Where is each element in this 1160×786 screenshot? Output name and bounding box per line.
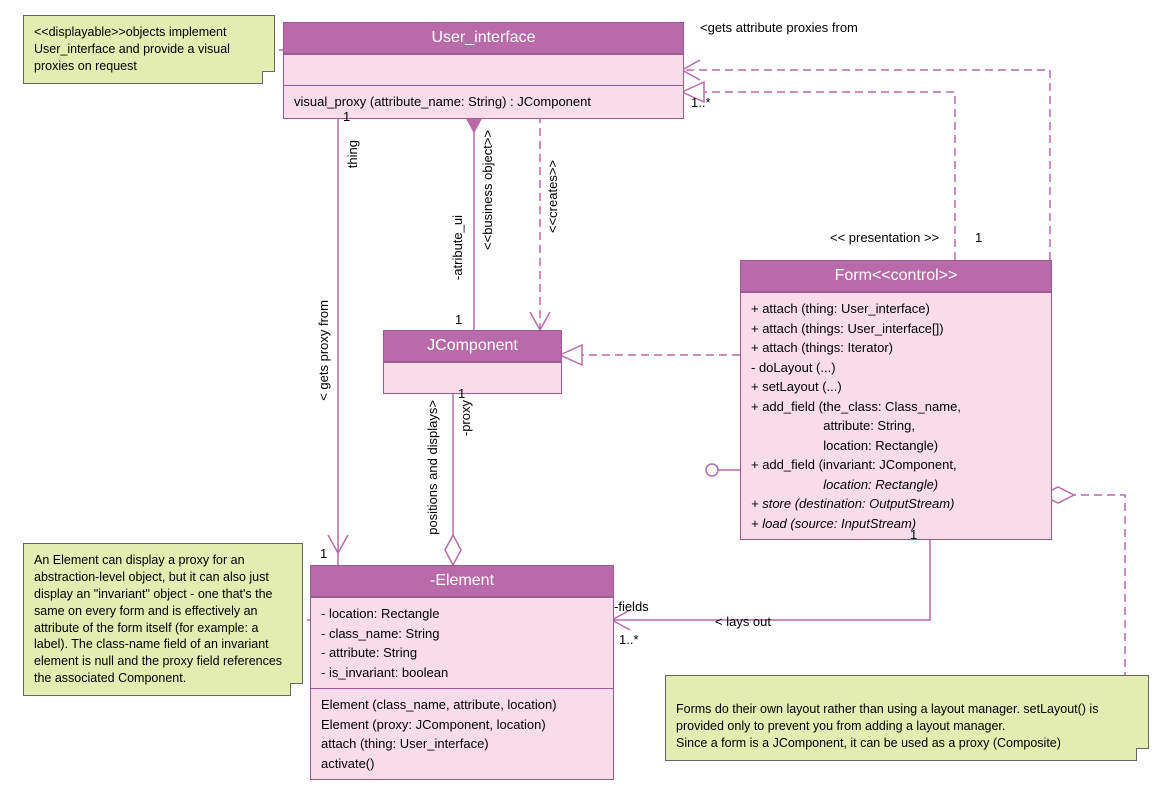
label-multiplicity: 1 [455, 312, 462, 327]
class-attributes [284, 54, 683, 85]
operation: + load (source: InputStream) [751, 514, 1041, 534]
class-operations: Element (class_name, attribute, location… [311, 688, 613, 779]
note-form: Forms do their own layout rather than us… [665, 675, 1149, 761]
label-atribute-ui: -atribute_ui [450, 215, 465, 280]
label-multiplicity: 1 [458, 386, 465, 401]
label-multiplicity: 1 [975, 230, 982, 245]
note-displayable: <<displayable>>objects implement User_in… [23, 15, 275, 84]
class-attributes [384, 362, 561, 393]
attribute: - is_invariant: boolean [321, 663, 603, 683]
class-form: Form<<control>> + attach (thing: User_in… [740, 260, 1052, 540]
label-gets-proxy-from: < gets proxy from [316, 300, 331, 401]
operation: + attach (things: User_interface[]) [751, 319, 1041, 339]
operation: Element (class_name, attribute, location… [321, 695, 603, 715]
class-name: -Element [311, 566, 613, 597]
label-presentation: << presentation >> [830, 230, 939, 245]
operation: + add_field (the_class: Class_name, [751, 397, 1041, 417]
operation: + attach (thing: User_interface) [751, 299, 1041, 319]
operation: location: Rectangle) [751, 475, 1041, 495]
label-multiplicity: 1 [910, 527, 917, 542]
attribute: - location: Rectangle [321, 604, 603, 624]
class-attributes: - location: Rectangle - class_name: Stri… [311, 597, 613, 688]
attribute: - class_name: String [321, 624, 603, 644]
label-multiplicity: 1 [320, 546, 327, 561]
label-multiplicity: 1 [343, 109, 350, 124]
class-element: -Element - location: Rectangle - class_n… [310, 565, 614, 780]
label-creates: <<creates>> [545, 160, 560, 233]
operation: attribute: String, [751, 416, 1041, 436]
class-user-interface: User_interface visual_proxy (attribute_n… [283, 22, 684, 119]
operation: visual_proxy (attribute_name: String) : … [294, 92, 673, 112]
label-gets-attr-proxies: <gets attribute proxies from [700, 20, 900, 35]
attribute: - attribute: String [321, 643, 603, 663]
operation: + attach (things: Iterator) [751, 338, 1041, 358]
note-text: Forms do their own layout rather than us… [676, 702, 1098, 750]
label-multiplicity: 1..* [691, 95, 711, 110]
operation: Element (proxy: JComponent, location) [321, 715, 603, 735]
operation: + store (destination: OutputStream) [751, 494, 1041, 514]
class-jcomponent: JComponent [383, 330, 562, 394]
label-positions-displays: positions and displays> [425, 400, 440, 535]
operation: + setLayout (...) [751, 377, 1041, 397]
class-name: User_interface [284, 23, 683, 54]
operation: + add_field (invariant: JComponent, [751, 455, 1041, 475]
label-business-object: <<business object>> [480, 130, 495, 250]
note-text: <<displayable>>objects implement User_in… [34, 25, 230, 73]
label-multiplicity: 1..* [619, 632, 639, 647]
label-thing: thing [345, 140, 360, 168]
note-text: An Element can display a proxy for an ab… [34, 553, 282, 685]
label-fields: -fields [614, 599, 649, 614]
label-lays-out: < lays out [715, 614, 771, 629]
class-name: JComponent [384, 331, 561, 362]
class-operations: + attach (thing: User_interface) + attac… [741, 292, 1051, 539]
note-element: An Element can display a proxy for an ab… [23, 543, 303, 696]
label-proxy: -proxy [458, 400, 473, 436]
operation: attach (thing: User_interface) [321, 734, 603, 754]
operation: - doLayout (...) [751, 358, 1041, 378]
operation: location: Rectangle) [751, 436, 1041, 456]
operation: activate() [321, 754, 603, 774]
class-name: Form<<control>> [741, 261, 1051, 292]
